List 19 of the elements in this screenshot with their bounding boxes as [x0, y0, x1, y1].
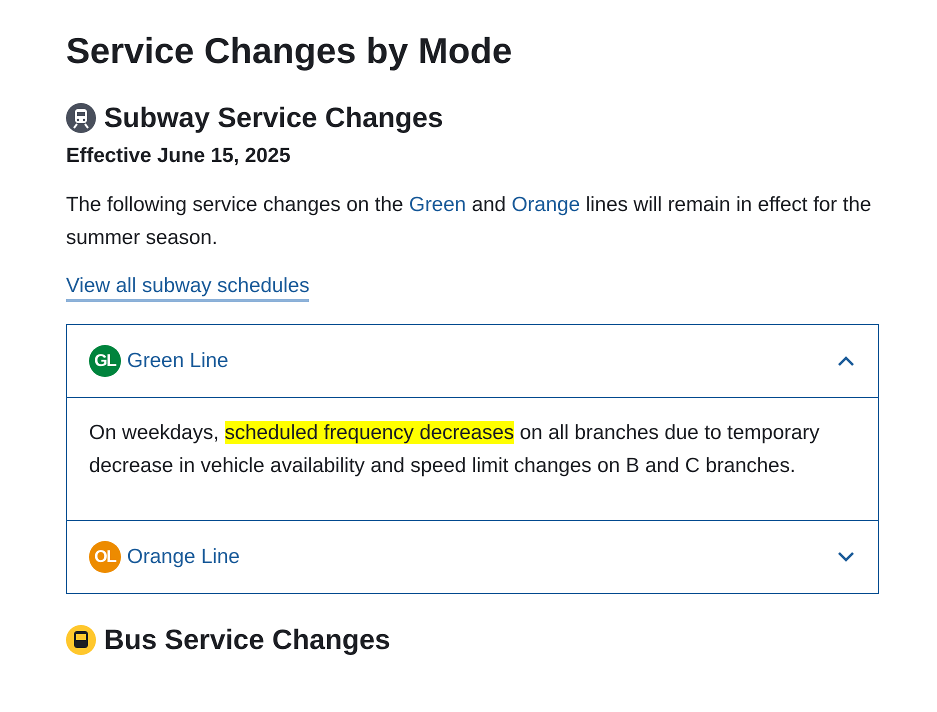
- accordion-header[interactable]: GL Green Line: [67, 325, 878, 397]
- bus-icon: [66, 625, 96, 655]
- chevron-up-icon[interactable]: [836, 355, 856, 367]
- line-badge: OL: [89, 541, 121, 573]
- train-icon: [66, 103, 96, 133]
- line-badge: GL: [89, 345, 121, 377]
- line-description: On weekdays, scheduled frequency decreases on all branches due to temporary decrease in vehicle availability and speed limit changes on B and C branches.: [89, 420, 820, 479]
- chevron-down-icon[interactable]: [836, 551, 856, 563]
- line-link[interactable]: Green: [409, 193, 466, 216]
- line-link[interactable]: Orange: [512, 193, 580, 216]
- page-title: Service Changes by Mode: [66, 30, 514, 72]
- accordion-header[interactable]: OL Orange Line: [67, 521, 878, 593]
- intro-paragraph: The following service changes on the Green and Orange lines will remain in effect for the summer season.: [66, 192, 872, 251]
- line-name: Orange Line: [127, 545, 241, 569]
- effective-date: Effective June 15, 2025: [66, 144, 292, 168]
- section-heading: Bus Service Changes: [104, 624, 390, 656]
- section-heading: Subway Service Changes: [104, 102, 444, 134]
- schedules-link[interactable]: View all subway schedules: [66, 274, 310, 302]
- line-name: Green Line: [127, 349, 230, 373]
